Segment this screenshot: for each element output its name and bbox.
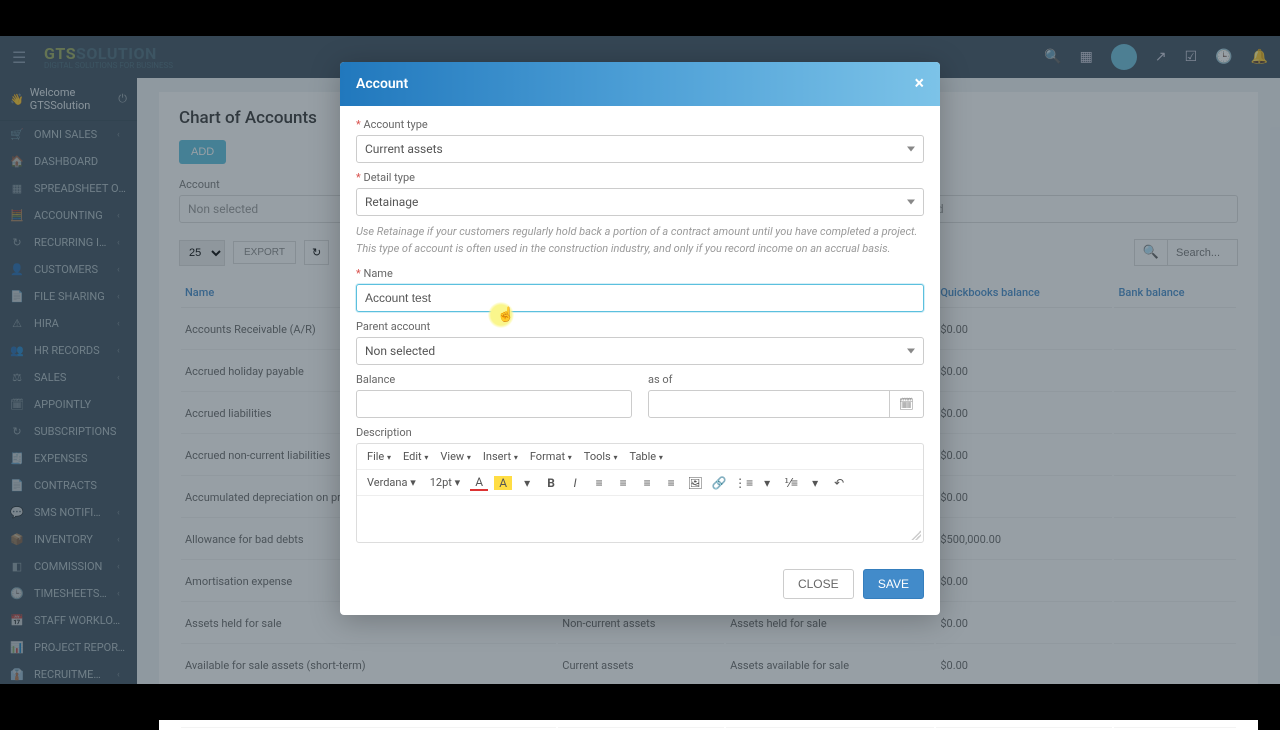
balance-input[interactable] [356,390,632,418]
image-icon[interactable]: 🖼 [686,476,704,490]
align-left-icon[interactable]: ≡ [590,476,608,490]
detail-type-helper: Use Retainage if your customers regularl… [356,224,924,257]
balance-label: Balance [356,373,632,386]
account-modal: Account × Account type Current assets De… [340,62,940,615]
font-color-icon[interactable]: A [470,475,488,491]
rich-text-editor: File ▾Edit ▾View ▾Insert ▾Format ▾Tools … [356,443,924,543]
editor-menu-file[interactable]: File ▾ [363,448,395,465]
bold-icon[interactable]: B [542,476,560,490]
editor-menu-table[interactable]: Table ▾ [625,448,666,465]
editor-menu-edit[interactable]: Edit ▾ [399,448,432,465]
resize-handle[interactable] [911,530,921,540]
highlight-icon[interactable]: A [494,476,512,490]
chevron-down-icon[interactable]: ▾ [758,476,776,490]
description-label: Description [356,426,924,439]
account-type-select[interactable]: Current assets [356,135,924,163]
close-button[interactable]: CLOSE [783,569,854,599]
calendar-icon[interactable]: 🗓 [890,390,924,418]
chevron-down-icon[interactable]: ▾ [518,476,536,490]
editor-menu-view[interactable]: View ▾ [436,448,475,465]
parent-account-label: Parent account [356,320,924,333]
editor-font-size[interactable]: 12pt ▾ [426,474,464,491]
detail-type-label: Detail type [356,171,924,184]
asof-input[interactable] [648,390,890,418]
parent-account-select[interactable]: Non selected [356,337,924,365]
editor-content[interactable] [357,496,923,542]
modal-title: Account [356,76,408,92]
editor-menu-tools[interactable]: Tools ▾ [580,448,622,465]
close-icon[interactable]: × [914,75,924,93]
justify-icon[interactable]: ≡ [662,476,680,490]
align-center-icon[interactable]: ≡ [614,476,632,490]
editor-menu-insert[interactable]: Insert ▾ [479,448,522,465]
save-button[interactable]: SAVE [863,569,924,599]
number-list-icon[interactable]: ⅟≡ [782,476,800,490]
name-label: Name [356,267,924,280]
chevron-down-icon[interactable]: ▾ [806,476,824,490]
undo-icon[interactable]: ↶ [830,476,848,490]
editor-font-family[interactable]: Verdana ▾ [363,474,420,491]
name-input[interactable] [356,284,924,312]
link-icon[interactable]: 🔗 [710,476,728,490]
account-type-label: Account type [356,118,924,131]
align-right-icon[interactable]: ≡ [638,476,656,490]
bullet-list-icon[interactable]: ⋮≡ [734,476,752,490]
italic-icon[interactable]: I [566,476,584,490]
asof-label: as of [648,373,924,386]
detail-type-select[interactable]: Retainage [356,188,924,216]
editor-menu-format[interactable]: Format ▾ [526,448,576,465]
